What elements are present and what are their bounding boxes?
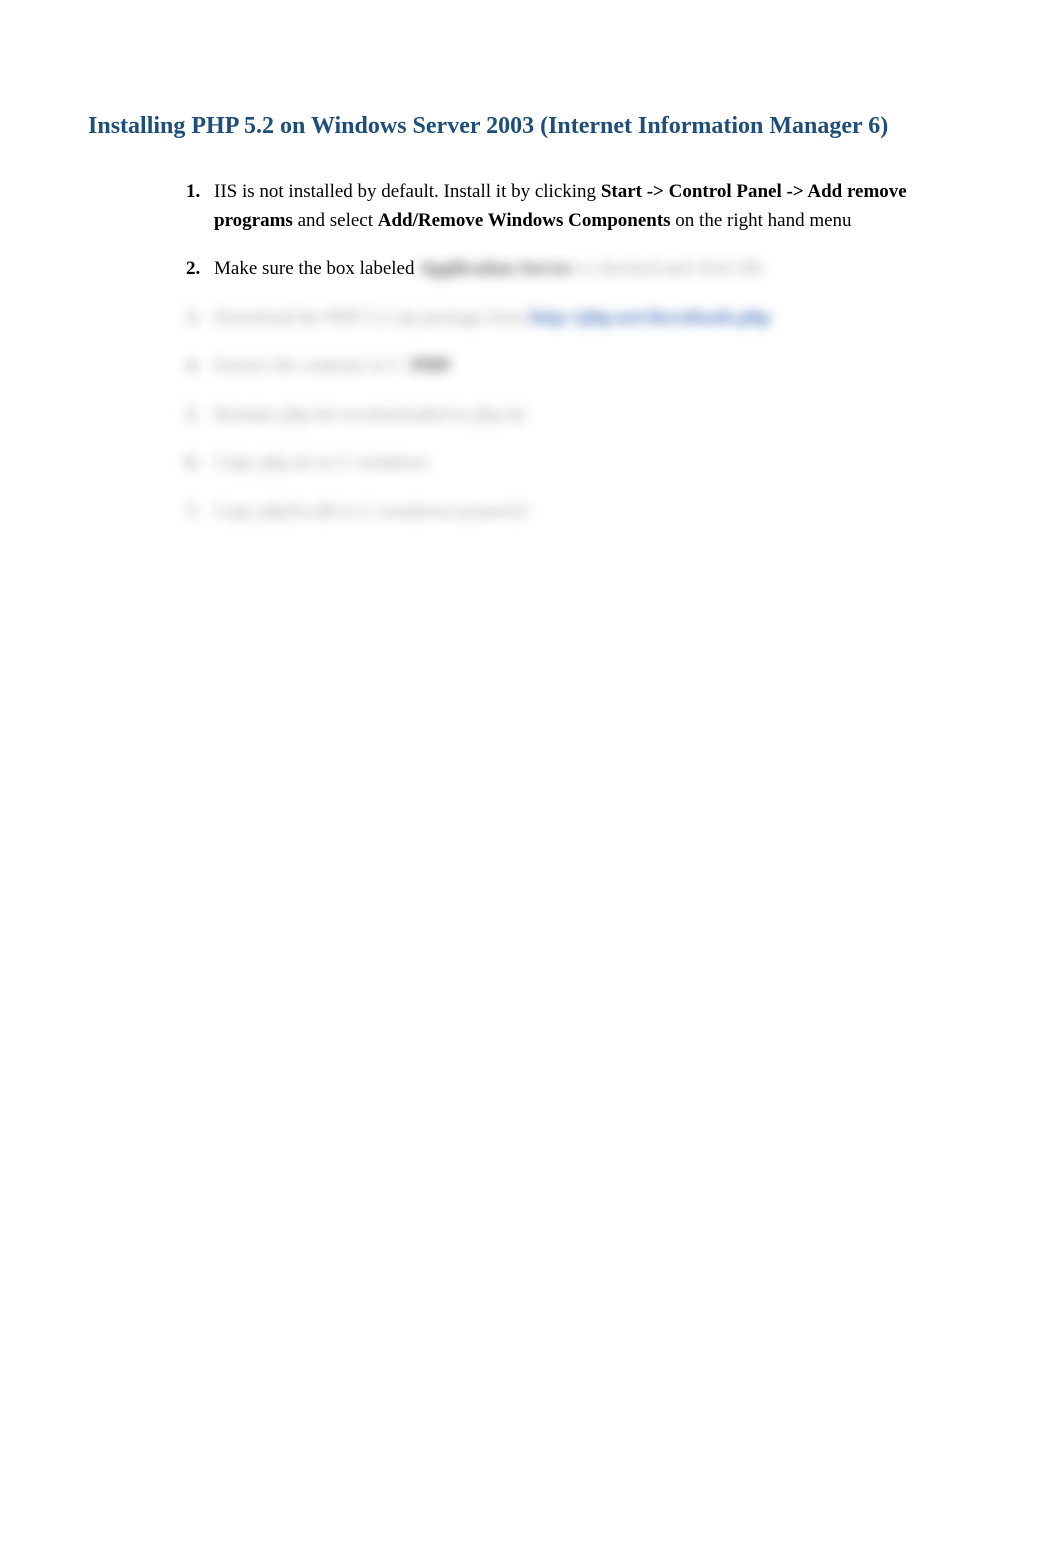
list-number: 3. (186, 304, 214, 333)
list-item: 2.Make sure the box labeled Application … (186, 255, 974, 284)
list-content: Download the PHP 5.2 zip package from ht… (214, 304, 974, 333)
text-segment: Add/Remove Windows Components (378, 210, 671, 231)
text-segment: Make sure the box labeled (214, 258, 419, 279)
blurred-text: PHP (412, 355, 450, 376)
list-content: Copy php5ts.dll to C:\windows\system32 (214, 498, 974, 527)
text-segment: IIS is not installed by default. Install… (214, 181, 601, 202)
list-number: 6. (186, 449, 214, 478)
list-number: 1. (186, 178, 214, 235)
list-content: Extract the contents to C:\PHP (214, 352, 974, 381)
text-segment: and select (293, 210, 378, 231)
list-number: 2. (186, 255, 214, 284)
blurred-text: is checked and click OK (573, 258, 763, 279)
blurred-text: Copy php.ini to C:\windows (214, 452, 429, 473)
list-content: Rename php.ini-recommended to php.ini (214, 401, 974, 430)
list-number: 7. (186, 498, 214, 527)
list-item: 3.Download the PHP 5.2 zip package from … (186, 304, 974, 333)
page-title: Installing PHP 5.2 on Windows Server 200… (120, 110, 974, 142)
blurred-text: Extract the contents to C:\ (214, 355, 412, 376)
list-number: 5. (186, 401, 214, 430)
blurred-text: Application Server (419, 258, 573, 279)
instruction-list: 1.IIS is not installed by default. Insta… (186, 178, 974, 526)
blurred-text: Download the PHP 5.2 zip package from (214, 307, 530, 328)
list-number: 4. (186, 352, 214, 381)
list-content: Copy php.ini to C:\windows (214, 449, 974, 478)
list-item: 6.Copy php.ini to C:\windows (186, 449, 974, 478)
text-segment: on the right hand menu (671, 210, 852, 231)
list-content: IIS is not installed by default. Install… (214, 178, 974, 235)
blurred-text: http://php.net/downloads.php (530, 307, 771, 328)
list-content: Make sure the box labeled Application Se… (214, 255, 974, 284)
list-item: 1.IIS is not installed by default. Insta… (186, 178, 974, 235)
blurred-text: Rename php.ini-recommended to php.ini (214, 404, 526, 425)
blurred-text: Copy php5ts.dll to C:\windows\system32 (214, 501, 529, 522)
list-item: 5.Rename php.ini-recommended to php.ini (186, 401, 974, 430)
list-item: 4.Extract the contents to C:\PHP (186, 352, 974, 381)
list-item: 7.Copy php5ts.dll to C:\windows\system32 (186, 498, 974, 527)
